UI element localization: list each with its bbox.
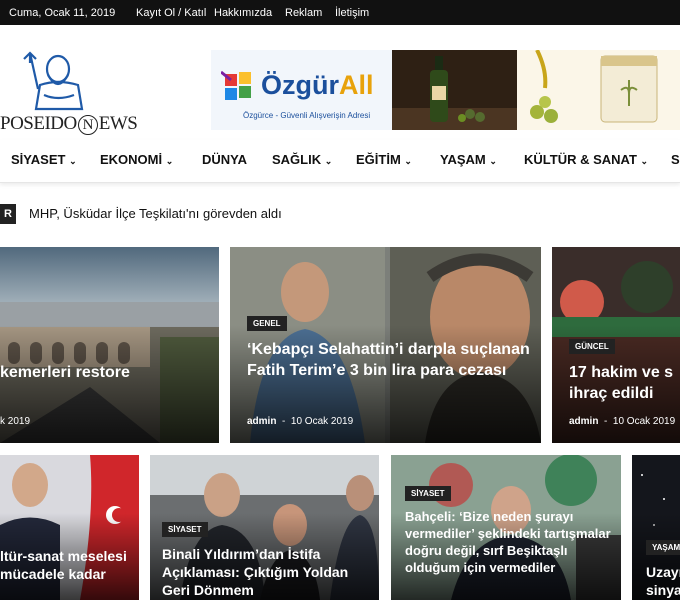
news-card[interactable]: SİYASET Bahçeli: ‘Bize neden şurayı verm… bbox=[391, 455, 621, 600]
nav-item-yasam[interactable]: YAŞAM ⌄ bbox=[440, 152, 497, 167]
nav-item-ekonomi[interactable]: EKONOMİ ⌄ bbox=[100, 152, 173, 167]
nav-item-egitim[interactable]: EĞİTİM ⌄ bbox=[356, 152, 412, 167]
chevron-down-icon: ⌄ bbox=[640, 156, 649, 166]
ad-brand-main: Özgür bbox=[261, 70, 339, 100]
chevron-down-icon: ⌄ bbox=[324, 156, 333, 166]
card-author[interactable]: admin bbox=[247, 416, 276, 427]
current-date: Cuma, Ocak 11, 2019 bbox=[9, 7, 116, 19]
nav-item-dunya[interactable]: DÜNYA bbox=[202, 152, 247, 167]
card-category-badge[interactable]: SİYASET bbox=[405, 486, 451, 501]
nav-label: DÜNYA bbox=[202, 152, 248, 167]
nav-label: EKONOMİ bbox=[100, 152, 163, 167]
ad-olives-tin-image bbox=[517, 49, 680, 130]
ad-slogan: Özgürce - Güvenli Alışverişin Adresi bbox=[243, 111, 371, 120]
main-navigation: SİYASET ⌄ EKONOMİ ⌄ DÜNYA SAĞLIK ⌄ EĞİTİ… bbox=[0, 140, 680, 183]
card-title[interactable]: Uzayı sinyal bbox=[646, 563, 680, 599]
nav-item-kultur-sanat[interactable]: KÜLTÜR & SANAT ⌄ bbox=[524, 152, 648, 167]
nav-label: KÜLTÜR & SANAT bbox=[524, 152, 637, 167]
oil-bottle-graphic bbox=[392, 50, 517, 130]
contact-link[interactable]: İletişim bbox=[335, 7, 369, 19]
nav-label: SI bbox=[671, 152, 680, 167]
card-meta: k 2019 bbox=[0, 416, 30, 427]
ad-brand-accent: All bbox=[339, 70, 374, 100]
ad-banner[interactable]: ÖzgürAll Özgürce - Güvenli Alışverişin A… bbox=[211, 49, 680, 130]
ad-brand-panel: ÖzgürAll Özgürce - Güvenli Alışverişin A… bbox=[211, 50, 392, 130]
card-title[interactable]: kemerleri restore bbox=[0, 363, 215, 384]
card-category-badge[interactable]: GÜNCEL bbox=[569, 339, 615, 354]
card-author[interactable]: admin bbox=[569, 416, 598, 427]
chevron-down-icon: ⌄ bbox=[404, 156, 412, 166]
card-meta: admin - 10 Ocak 2019 bbox=[247, 416, 354, 427]
card-date: 10 Ocak 2019 bbox=[612, 416, 676, 427]
nav-label: SİYASET bbox=[11, 152, 66, 167]
card-date: 10 Ocak 2019 bbox=[290, 416, 354, 427]
advertise-link[interactable]: Reklam bbox=[285, 7, 322, 19]
nav-label: EĞİTİM bbox=[356, 152, 401, 167]
news-card[interactable]: SİYASET Binali Yıldırım’dan İstifa Açıkl… bbox=[150, 455, 379, 600]
breaking-news-ticker: R MHP, Üsküdar İlçe Teşkilatı'nı görevde… bbox=[0, 202, 680, 226]
site-logo[interactable]: POSEIDO N EWS bbox=[0, 49, 138, 139]
site-name-part: POSEIDO bbox=[0, 113, 77, 134]
card-category-badge[interactable]: SİYASET bbox=[162, 522, 208, 537]
top-bar: Cuma, Ocak 11, 2019 Kayıt Ol / Katıl Hak… bbox=[0, 0, 680, 25]
poseidon-trident-icon bbox=[23, 51, 84, 111]
nav-item-saglik[interactable]: SAĞLIK ⌄ bbox=[272, 152, 332, 167]
news-card[interactable]: ltür-sanat meselesi mücadele kadar bbox=[0, 455, 139, 600]
news-card[interactable]: YAŞAM Uzayı sinyal bbox=[632, 455, 680, 600]
ad-oil-bottle-image bbox=[392, 50, 517, 130]
chevron-down-icon: ⌄ bbox=[489, 156, 497, 166]
ticker-label: R bbox=[0, 204, 16, 224]
about-link[interactable]: Hakkımızda bbox=[214, 7, 272, 19]
site-name-initial: N bbox=[77, 115, 98, 135]
card-title[interactable]: 17 hakim ve s ihraç edildi bbox=[569, 363, 679, 405]
nav-label: SAĞLIK bbox=[272, 152, 322, 167]
site-name: POSEIDO N EWS bbox=[0, 113, 138, 135]
nav-item-more[interactable]: SI bbox=[671, 152, 680, 167]
chevron-down-icon: ⌄ bbox=[165, 156, 174, 166]
olives-and-tin-graphic bbox=[517, 49, 680, 130]
chevron-down-icon: ⌄ bbox=[69, 156, 77, 166]
windows-tiles-icon bbox=[221, 70, 251, 100]
card-title[interactable]: ‘Kebapçı Selahattin’i darpla suçlanan Fa… bbox=[247, 340, 537, 382]
news-card[interactable]: GÜNCEL 17 hakim ve s ihraç edildi admin … bbox=[552, 247, 680, 443]
card-category-badge[interactable]: GENEL bbox=[247, 316, 287, 331]
card-date: k 2019 bbox=[0, 416, 31, 427]
card-category-badge[interactable]: YAŞAM bbox=[646, 540, 680, 555]
card-gradient-overlay bbox=[0, 325, 219, 443]
card-title[interactable]: Binali Yıldırım’dan İstifa Açıklaması: Ç… bbox=[162, 545, 374, 600]
news-card[interactable]: kemerleri restore k 2019 bbox=[0, 247, 219, 443]
ad-brand-name: ÖzgürAll bbox=[261, 70, 374, 101]
news-card[interactable]: GENEL ‘Kebapçı Selahattin’i darpla suçla… bbox=[230, 247, 541, 443]
ticker-headline-link[interactable]: MHP, Üsküdar İlçe Teşkilatı'nı görevden … bbox=[29, 206, 282, 221]
card-title[interactable]: Bahçeli: ‘Bize neden şurayı vermediler’ … bbox=[405, 509, 615, 577]
nav-label: YAŞAM bbox=[440, 152, 486, 167]
nav-item-siyaset[interactable]: SİYASET ⌄ bbox=[11, 152, 77, 167]
site-name-part: EWS bbox=[98, 113, 138, 134]
card-title[interactable]: ltür-sanat meselesi mücadele kadar bbox=[0, 547, 136, 583]
card-meta: admin - 10 Ocak 2019 bbox=[569, 416, 676, 427]
register-link[interactable]: Kayıt Ol / Katıl bbox=[136, 7, 206, 19]
